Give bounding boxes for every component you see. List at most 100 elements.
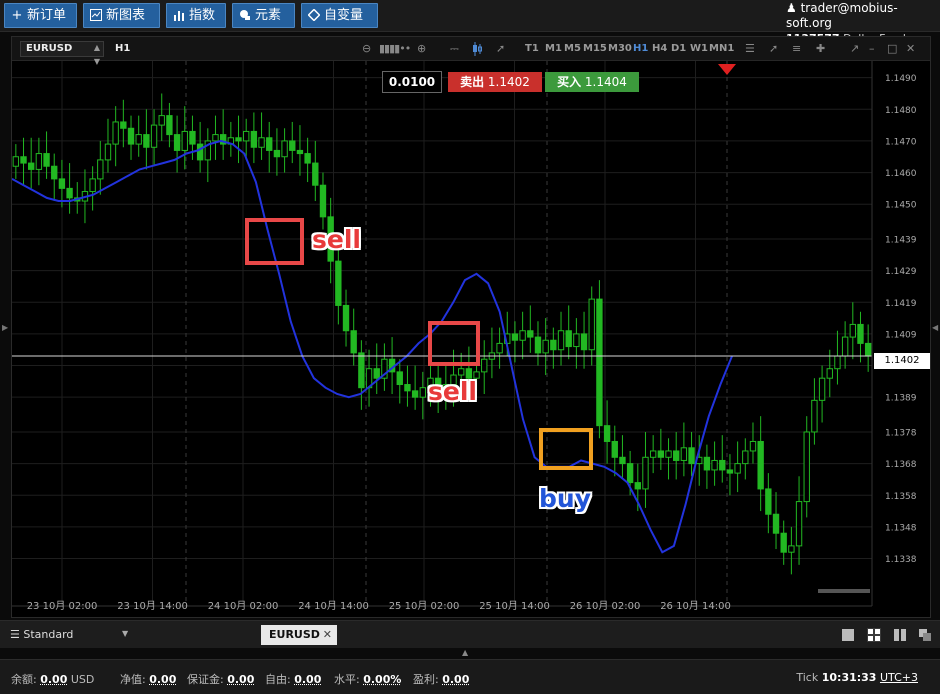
candle-body [634, 482, 641, 490]
detach-window-icon[interactable]: ↗ [850, 41, 859, 57]
price-tick-label: 1.1378 [885, 428, 917, 438]
candle-body [642, 456, 649, 490]
candle-body [534, 336, 542, 354]
account-email: trader@mobius-soft.org [786, 1, 898, 30]
new-chart-label: 新图表 [106, 8, 146, 23]
candle-body [680, 447, 688, 461]
timeframe-h4[interactable]: H4 [652, 43, 667, 54]
timeframe-m30[interactable]: M30 [608, 43, 632, 54]
right-panel-toggle-icon[interactable]: ◀ [932, 323, 938, 332]
candle-body [626, 463, 634, 484]
candle-body [780, 532, 787, 553]
timeframe-mn1[interactable]: MN1 [709, 43, 734, 54]
candle-body [703, 456, 711, 471]
maximize-icon[interactable]: □ [887, 41, 897, 57]
minimize-icon[interactable]: – [869, 41, 875, 57]
free-margin-value: 0.00 [294, 673, 322, 686]
price-chart[interactable]: 1.13381.13481.13581.13681.13781.13891.13… [12, 61, 930, 617]
candle-body [243, 130, 250, 142]
candle-body [304, 153, 311, 164]
equity-value: 0.00 [149, 673, 177, 686]
cascade-layout-icon[interactable] [918, 628, 932, 642]
candle-body [235, 137, 242, 142]
time-tick-label: 23 10月 02:00 [27, 600, 98, 612]
candle-body [373, 368, 380, 379]
price-tick-label: 1.1429 [885, 267, 917, 277]
candle-body [181, 130, 188, 151]
candle-body [358, 352, 365, 389]
scroll-marker-icon[interactable] [718, 64, 736, 75]
margin-level-label: 水平: [334, 673, 360, 686]
timeframe-m1[interactable]: M1 [545, 43, 562, 54]
zoom-slider[interactable]: ▮▮▮▮•• [379, 41, 411, 57]
collapse-panel-icon[interactable]: ▲ [462, 648, 468, 657]
candlestick-chart-type-icon[interactable] [472, 41, 482, 61]
new-order-button[interactable]: + 新订单 [4, 3, 77, 28]
candle-body [112, 121, 119, 145]
candle-body [688, 447, 695, 465]
grid-lines-icon[interactable]: ≡ [792, 41, 801, 57]
chart-settings-icon[interactable]: ☰ [745, 41, 755, 57]
candle-body [734, 463, 741, 474]
candle-body [765, 488, 772, 515]
vertical-layout-icon[interactable] [893, 628, 907, 642]
free-margin-item: 自由: 0.00 [265, 671, 321, 687]
timeframe-w1[interactable]: W1 [690, 43, 708, 54]
timeframe-d1[interactable]: D1 [671, 43, 686, 54]
candle-body [335, 260, 342, 306]
zoom-out-icon[interactable]: ⊖ [362, 41, 371, 57]
candle-body [481, 358, 488, 373]
candle-body [250, 130, 258, 148]
candle-body [196, 143, 204, 161]
timeframe-h1[interactable]: H1 [633, 43, 648, 54]
margin-item: 保证金: 0.00 [187, 671, 254, 687]
timeframe-t1[interactable]: T1 [525, 43, 539, 54]
symbol-selector[interactable]: EURUSD ▲ ▼ [20, 41, 104, 66]
candle-body [711, 459, 718, 471]
new-chart-button[interactable]: 新图表 [83, 3, 160, 28]
candle-body [557, 330, 565, 351]
time-tick-label: 26 10月 14:00 [660, 600, 731, 612]
candle-body [20, 156, 27, 164]
price-tick-label: 1.1409 [885, 330, 917, 340]
buy-button[interactable]: 买入 1.1404 [545, 72, 639, 92]
line-chart-type-icon[interactable]: ➚ [496, 41, 505, 57]
margin-level-value: 0.00% [363, 673, 402, 686]
candle-body [603, 425, 611, 442]
chart-toolbar: EURUSD ▲ ▼ H1 ⊖ ▮▮▮▮•• ⊕ ⎓ ➚ T1 M1 M5 M15… [12, 37, 930, 66]
candle-body [158, 115, 165, 126]
horizontal-scrollbar[interactable] [818, 589, 870, 593]
bar-chart-type-icon[interactable]: ⎓ [450, 41, 459, 57]
lot-size-input[interactable]: 0.0100 [382, 71, 442, 93]
objects-button[interactable]: 元素 [232, 3, 295, 28]
close-tab-icon[interactable]: ✕ [323, 625, 332, 645]
timeframe-m15[interactable]: M15 [583, 43, 607, 54]
grid-layout-icon[interactable] [867, 628, 881, 642]
sell-button[interactable]: 卖出 1.1402 [448, 72, 542, 92]
candle-body [496, 342, 503, 354]
candle-body [742, 450, 749, 465]
chart-tab-label: EURUSD [269, 628, 320, 641]
candle-body [104, 143, 112, 161]
candle-body [173, 134, 181, 151]
margin-value: 0.00 [227, 673, 255, 686]
candle-body [296, 149, 304, 155]
indicators-button[interactable]: 指数 [166, 3, 226, 28]
close-icon[interactable]: ✕ [906, 41, 915, 57]
candle-body [719, 459, 726, 471]
candle-body [511, 333, 519, 341]
layout-selector[interactable]: ☰ Standard ▼ [10, 628, 128, 641]
timeframe-m5[interactable]: M5 [564, 43, 581, 54]
zoom-in-icon[interactable]: ⊕ [417, 41, 426, 57]
candle-body [458, 368, 465, 376]
single-layout-icon[interactable] [841, 628, 855, 642]
crosshair-icon[interactable]: ✚ [816, 41, 825, 57]
chart-tab-eurusd[interactable]: EURUSD ✕ [261, 625, 337, 645]
candle-body [258, 137, 265, 148]
time-tick-label: 26 10月 02:00 [570, 600, 641, 612]
left-panel-toggle-icon[interactable]: ▶ [2, 323, 8, 332]
custom-variables-button[interactable]: 自变量 [301, 3, 378, 28]
timezone-selector[interactable]: UTC+3 [880, 671, 918, 684]
server-time-value: 10:31:33 [821, 671, 877, 684]
trendline-icon[interactable]: ➚ [769, 41, 778, 57]
